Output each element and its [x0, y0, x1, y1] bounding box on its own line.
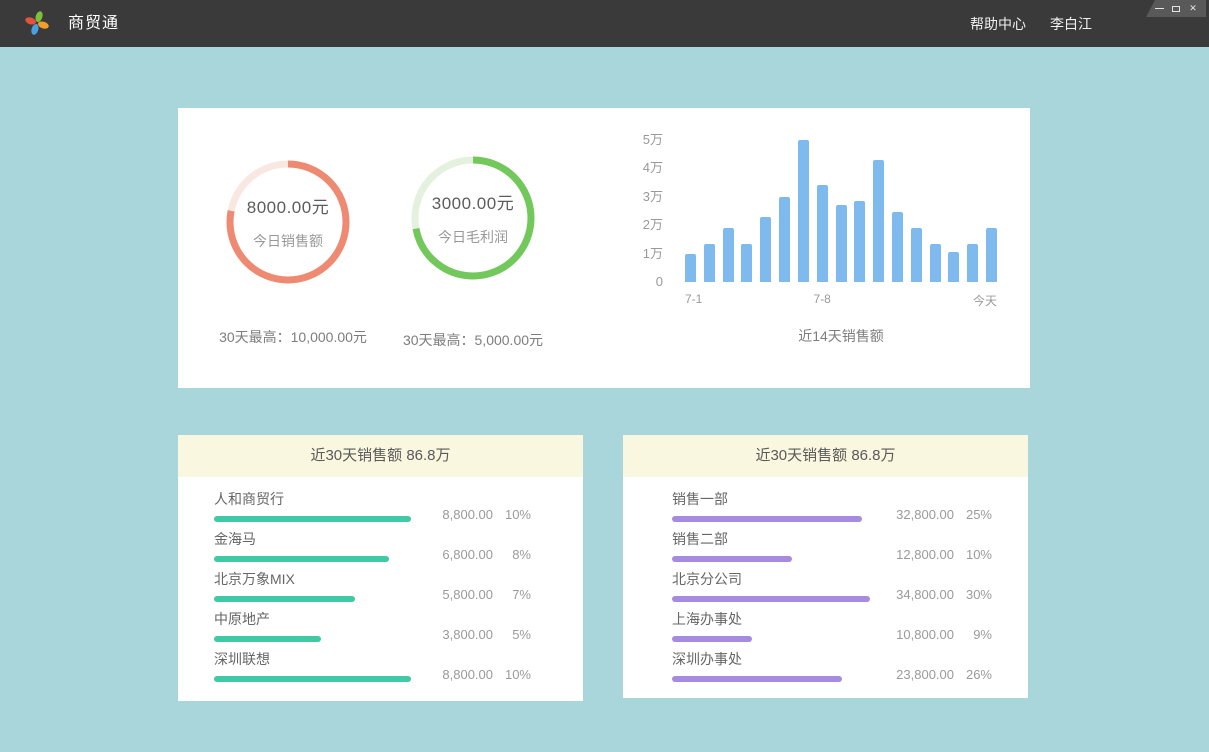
bar: [760, 217, 771, 282]
rank-item-name: 人和商贸行: [214, 490, 415, 508]
bar-chart-title: 近14天销售额: [685, 326, 997, 346]
rank-item-percent: 5%: [493, 627, 531, 642]
rank-item-name: 上海办事处: [672, 610, 872, 628]
bar: [817, 185, 828, 282]
bar: [798, 140, 809, 282]
bar-chart-bars: [685, 140, 997, 282]
department-rank-title: 近30天销售额 86.8万: [623, 435, 1028, 477]
customer-rank-title: 近30天销售额 86.8万: [178, 435, 583, 477]
rank-item-bar: [672, 556, 792, 562]
customer-rank-list: 人和商贸行8,800.0010%金海马6,800.008%北京万象MIX5,80…: [178, 477, 583, 682]
y-tick-label: 5万: [643, 131, 663, 149]
rank-row: 上海办事处 10,800.009%: [672, 610, 992, 642]
rank-row: 中原地产3,800.005%: [214, 610, 531, 642]
rank-row: 人和商贸行8,800.0010%: [214, 490, 531, 522]
summary-card: 8000.00元 今日销售额 30天最高：10,000.00元 3000.00元…: [178, 108, 1030, 388]
x-tick-label: 今天: [973, 292, 997, 309]
rank-item-percent: 25%: [954, 507, 992, 522]
bar: [685, 254, 696, 282]
bar: [986, 228, 997, 282]
y-tick-label: 2万: [643, 216, 663, 234]
rank-item-bar: [214, 516, 411, 522]
rank-item-amount: 10,800.00: [876, 627, 954, 642]
rank-item-name: 金海马: [214, 530, 415, 548]
rank-row: 深圳联想8,800.0010%: [214, 650, 531, 682]
bar: [704, 244, 715, 282]
titlebar-nav: 帮助中心 李白江: [970, 0, 1092, 47]
rank-item-amount: 12,800.00: [876, 547, 954, 562]
department-rank-list: 销售一部 32,800.0025% 销售二部 12,800.0010% 北京分公司 34,…: [623, 477, 1028, 682]
rank-item-amount: 3,800.00: [415, 627, 493, 642]
bar: [723, 228, 734, 282]
bar: [930, 244, 941, 282]
rank-item-bar: [214, 676, 411, 682]
bar: [873, 160, 884, 282]
rank-item-name: 北京万象MIX: [214, 570, 415, 588]
customer-rank-card: 近30天销售额 86.8万 人和商贸行8,800.0010%金海马6,800.0…: [178, 435, 583, 701]
rank-item-percent: 10%: [493, 507, 531, 522]
x-tick-label: 7-8: [814, 292, 831, 306]
rank-item-amount: 5,800.00: [415, 587, 493, 602]
rank-item-bar: [214, 556, 389, 562]
x-tick-label: 7-1: [685, 292, 702, 306]
rank-item-name: 销售二部: [672, 530, 872, 548]
rank-item-amount: 8,800.00: [415, 507, 493, 522]
rank-item-percent: 9%: [954, 627, 992, 642]
sales-30day-max: 30天最高：10,000.00元: [188, 327, 398, 347]
rank-row: 北京分公司 34,800.0030%: [672, 570, 992, 602]
maximize-icon[interactable]: [1171, 3, 1181, 15]
y-tick-label: 3万: [643, 188, 663, 206]
bar: [836, 205, 847, 282]
rank-item-name: 中原地产: [214, 610, 415, 628]
rank-item-name: 北京分公司: [672, 570, 872, 588]
rank-item-name: 销售一部: [672, 490, 872, 508]
window-controls: ✕: [1146, 0, 1206, 17]
bar-chart-y-axis: 01万2万3万4万5万: [178, 108, 663, 282]
bar: [779, 197, 790, 282]
rank-item-amount: 23,800.00: [876, 667, 954, 682]
y-tick-label: 0: [656, 273, 663, 291]
rank-item-percent: 26%: [954, 667, 992, 682]
rank-row: 销售一部 32,800.0025%: [672, 490, 992, 522]
app-logo-icon: [24, 10, 50, 36]
rank-item-percent: 8%: [493, 547, 531, 562]
rank-item-amount: 32,800.00: [876, 507, 954, 522]
rank-row: 北京万象MIX5,800.007%: [214, 570, 531, 602]
user-menu[interactable]: 李白江: [1050, 14, 1092, 34]
department-rank-card: 近30天销售额 86.8万 销售一部 32,800.0025% 销售二部 12,800…: [623, 435, 1028, 698]
rank-row: 深圳办事处 23,800.0026%: [672, 650, 992, 682]
rank-item-percent: 7%: [493, 587, 531, 602]
rank-item-percent: 30%: [954, 587, 992, 602]
app-title: 商贸通: [68, 0, 119, 47]
rank-item-amount: 34,800.00: [876, 587, 954, 602]
rank-item-name: 深圳办事处: [672, 650, 872, 668]
bar: [967, 244, 978, 282]
bar: [911, 228, 922, 282]
rank-item-bar: [214, 636, 321, 642]
bar: [892, 212, 903, 282]
bar-chart-x-axis: 7-1 7-8 今天: [685, 292, 997, 308]
rank-item-amount: 6,800.00: [415, 547, 493, 562]
bar: [854, 201, 865, 282]
rank-item-percent: 10%: [493, 667, 531, 682]
rank-item-bar: [214, 596, 355, 602]
rank-row: 销售二部 12,800.0010%: [672, 530, 992, 562]
y-tick-label: 1万: [643, 245, 663, 263]
profit-30day-max: 30天最高：5,000.00元: [368, 330, 578, 350]
minimize-icon[interactable]: [1154, 3, 1164, 15]
rank-item-bar: [672, 636, 752, 642]
y-tick-label: 4万: [643, 159, 663, 177]
close-icon[interactable]: ✕: [1188, 3, 1198, 15]
rank-item-bar: [672, 676, 842, 682]
bar: [741, 244, 752, 282]
rank-row: 金海马6,800.008%: [214, 530, 531, 562]
bar: [948, 252, 959, 282]
rank-item-name: 深圳联想: [214, 650, 415, 668]
help-center-link[interactable]: 帮助中心: [970, 14, 1026, 34]
rank-item-percent: 10%: [954, 547, 992, 562]
rank-item-bar: [672, 516, 862, 522]
titlebar: 商贸通 帮助中心 李白江 ✕: [0, 0, 1209, 47]
rank-item-bar: [672, 596, 870, 602]
rank-item-amount: 8,800.00: [415, 667, 493, 682]
